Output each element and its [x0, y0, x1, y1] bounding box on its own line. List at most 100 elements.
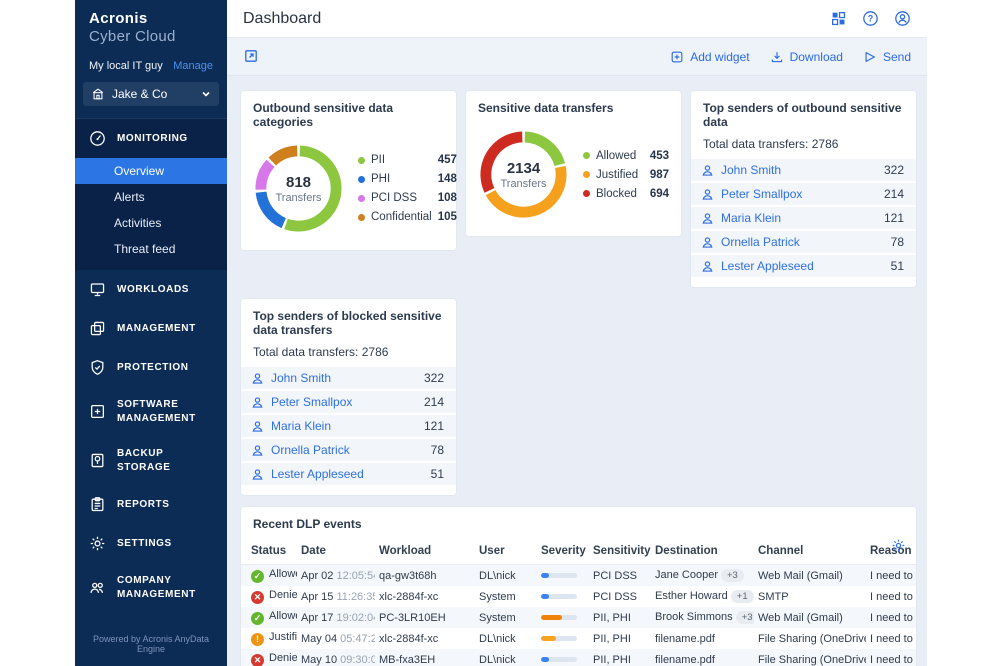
- cell-workload: PC-3LR10EH: [375, 607, 475, 628]
- dlp-event-row[interactable]: ✕Denied Apr 15 11:26:35 xlc-2884f-xc Sys…: [241, 586, 917, 607]
- sender-name-link[interactable]: Lester Appleseed: [721, 259, 814, 273]
- sidebar-item-company-management[interactable]: COMPANY MANAGEMENT: [75, 563, 227, 612]
- column-header-severity[interactable]: Severity: [537, 537, 589, 565]
- cell-severity: [537, 649, 589, 666]
- cell-severity: [537, 628, 589, 649]
- sidebar-item-protection[interactable]: PROTECTION: [75, 348, 227, 387]
- more-destinations-badge[interactable]: +3: [721, 569, 744, 582]
- sidebar-item-activities[interactable]: Activities: [75, 210, 227, 236]
- dlp-event-row[interactable]: ✕Denied May 10 09:30:03 MB-fxa3EH DL\nic…: [241, 649, 917, 666]
- sender-name-link[interactable]: Peter Smallpox: [271, 395, 352, 409]
- legend-dot: [358, 214, 365, 221]
- nav-section-workloads: WORKLOADS: [75, 270, 227, 309]
- column-header-destination[interactable]: Destination: [651, 537, 754, 565]
- cell-workload: qa-gw3t68h: [375, 565, 475, 587]
- legend-item: PCI DSS 108: [358, 192, 457, 204]
- manage-link[interactable]: Manage: [173, 60, 213, 72]
- more-destinations-badge[interactable]: +1: [731, 590, 754, 603]
- sender-name-link[interactable]: Peter Smallpox: [721, 187, 802, 201]
- apps-grid-icon[interactable]: [830, 10, 847, 27]
- nav-section-protection: PROTECTION: [75, 348, 227, 387]
- tenant-selector[interactable]: Jake & Co: [83, 82, 219, 106]
- sender-row[interactable]: Peter Smallpox 214: [691, 183, 916, 205]
- legend-dot: [583, 171, 590, 178]
- sidebar-item-threat-feed[interactable]: Threat feed: [75, 236, 227, 262]
- widget-recent-dlp-events: Recent DLP events StatusDateWorkloadUser…: [240, 506, 917, 666]
- sidebar-item-settings[interactable]: SETTINGS: [75, 524, 227, 563]
- svg-text:?: ?: [868, 14, 874, 24]
- cell-channel: File Sharing (OneDrive): [754, 649, 866, 666]
- sender-row[interactable]: Maria Klein 121: [241, 415, 456, 437]
- cell-channel: Web Mail (Gmail): [754, 607, 866, 628]
- legend-dot: [358, 195, 365, 202]
- sender-name-link[interactable]: Maria Klein: [721, 211, 781, 225]
- column-header-sensitivity[interactable]: Sensitivity: [589, 537, 651, 565]
- sidebar-item-management[interactable]: MANAGEMENT: [75, 309, 227, 348]
- legend-value: 457: [438, 154, 457, 166]
- sender-row[interactable]: Lester Appleseed 51: [241, 463, 456, 485]
- widget-title: Sensitive data transfers: [466, 91, 681, 115]
- dlp-event-row[interactable]: ✓Allowed Apr 17 19:02:04 PC-3LR10EH Syst…: [241, 607, 917, 628]
- sender-row[interactable]: Ornella Patrick 78: [691, 231, 916, 253]
- people-icon: [89, 579, 106, 596]
- sender-row[interactable]: Peter Smallpox 214: [241, 391, 456, 413]
- user-icon: [701, 188, 714, 201]
- dlp-event-row[interactable]: !Justified May 04 05:47:29 xlc-2884f-xc …: [241, 628, 917, 649]
- sidebar-item-workloads[interactable]: WORKLOADS: [75, 270, 227, 309]
- widget-title: Recent DLP events: [241, 507, 916, 531]
- table-settings-gear-icon[interactable]: [891, 538, 906, 553]
- sender-transfer-count: 214: [424, 395, 444, 409]
- widget-title: Top senders of blocked sensitive data tr…: [241, 299, 456, 337]
- column-header-date[interactable]: Date: [297, 537, 375, 565]
- sidebar-item-label: REPORTS: [117, 498, 170, 512]
- donut-chart: 2134 Transfers: [476, 127, 571, 222]
- sender-name-link[interactable]: John Smith: [721, 163, 781, 177]
- cell-date: Apr 02 12:05:54: [297, 565, 375, 587]
- sender-row[interactable]: John Smith 322: [241, 367, 456, 389]
- partner-name: My local IT guy: [89, 60, 163, 72]
- sender-transfer-count: 78: [431, 443, 444, 457]
- sidebar-item-label: SETTINGS: [117, 537, 172, 551]
- sender-row[interactable]: Lester Appleseed 51: [691, 255, 916, 277]
- sender-row[interactable]: Ornella Patrick 78: [241, 439, 456, 461]
- cell-user: System: [475, 586, 537, 607]
- sidebar-item-alerts[interactable]: Alerts: [75, 184, 227, 210]
- cell-severity: [537, 565, 589, 587]
- send-button[interactable]: Send: [863, 50, 911, 64]
- sender-row[interactable]: Maria Klein 121: [691, 207, 916, 229]
- sender-name-link[interactable]: Lester Appleseed: [271, 467, 364, 481]
- sender-row[interactable]: John Smith 322: [691, 159, 916, 181]
- page-title: Dashboard: [243, 10, 321, 28]
- column-header-workload[interactable]: Workload: [375, 537, 475, 565]
- cell-sensitivity: PII, PHI: [589, 628, 651, 649]
- dlp-event-row[interactable]: ✓Allowed Apr 02 12:05:54 qa-gw3t68h DL\n…: [241, 565, 917, 587]
- account-icon[interactable]: [894, 10, 911, 27]
- sender-transfer-count: 51: [431, 467, 444, 481]
- sidebar-item-software-management[interactable]: SOFTWARE MANAGEMENT: [75, 387, 227, 436]
- column-header-status[interactable]: Status: [241, 537, 297, 565]
- sidebar-item-monitoring[interactable]: MONITORING: [75, 119, 227, 158]
- chart-legend: Allowed 453 Justified 987 Blocked 694: [583, 150, 669, 200]
- cell-reason: I need to: [866, 649, 917, 666]
- expand-icon[interactable]: [243, 48, 260, 65]
- column-header-channel[interactable]: Channel: [754, 537, 866, 565]
- sidebar-item-reports[interactable]: REPORTS: [75, 485, 227, 524]
- sender-name-link[interactable]: Ornella Patrick: [271, 443, 350, 457]
- status-denied-icon: ✕: [251, 654, 264, 666]
- legend-label: PII: [371, 154, 385, 166]
- download-button[interactable]: Download: [770, 50, 843, 64]
- gear-icon: [89, 535, 106, 552]
- sidebar-item-backup-storage[interactable]: BACKUP STORAGE: [75, 436, 227, 485]
- add-widget-button[interactable]: Add widget: [670, 50, 749, 64]
- user-icon: [701, 260, 714, 273]
- sender-name-link[interactable]: Ornella Patrick: [721, 235, 800, 249]
- cell-workload: MB-fxa3EH: [375, 649, 475, 666]
- sender-name-link[interactable]: Maria Klein: [271, 419, 331, 433]
- legend-item: PII 457: [358, 154, 457, 166]
- more-destinations-badge[interactable]: +3: [736, 611, 754, 624]
- column-header-user[interactable]: User: [475, 537, 537, 565]
- user-icon: [251, 372, 264, 385]
- help-icon[interactable]: ?: [862, 10, 879, 27]
- sidebar-item-overview[interactable]: Overview: [75, 158, 227, 184]
- sender-name-link[interactable]: John Smith: [271, 371, 331, 385]
